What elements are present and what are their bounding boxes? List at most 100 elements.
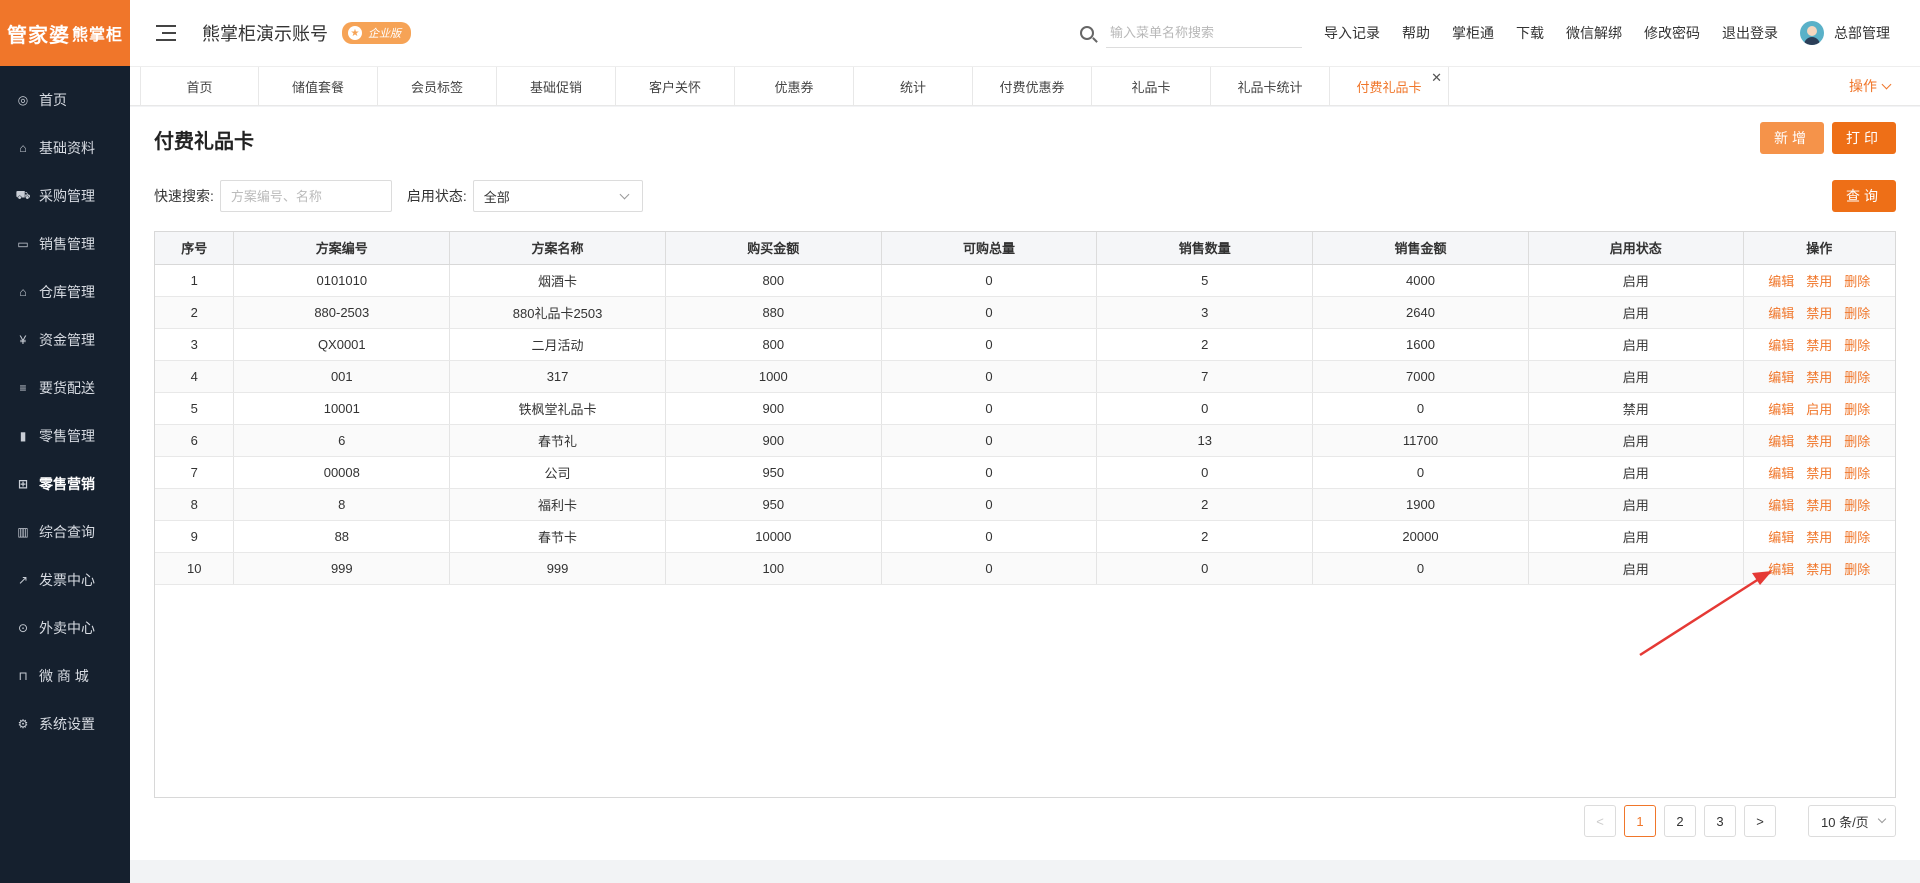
cell-status: 禁用 xyxy=(1528,392,1744,425)
cell-amount: 800 xyxy=(665,264,882,297)
cell-sales: 0 xyxy=(1312,456,1529,489)
tab-label: 优惠券 xyxy=(774,79,814,95)
sidebar-item-12[interactable]: ⊓ 微 商 城 xyxy=(0,652,130,700)
tab-10[interactable]: 付费礼品卡 ✕ xyxy=(1330,67,1449,105)
toggle-link[interactable]: 禁用 xyxy=(1806,562,1832,577)
delete-link[interactable]: 删除 xyxy=(1844,562,1870,577)
next-page-button[interactable]: > xyxy=(1744,805,1776,837)
add-button[interactable]: 新增 xyxy=(1760,122,1824,154)
edition-badge: ★ 企业版 xyxy=(342,22,411,44)
edit-link[interactable]: 编辑 xyxy=(1768,306,1794,321)
edit-link[interactable]: 编辑 xyxy=(1768,562,1794,577)
delete-link[interactable]: 删除 xyxy=(1844,530,1870,545)
chevron-down-icon xyxy=(619,189,630,200)
toggle-link[interactable]: 禁用 xyxy=(1806,530,1832,545)
prev-page-button[interactable]: < xyxy=(1584,805,1616,837)
page-button-2[interactable]: 2 xyxy=(1664,805,1696,837)
sidebar-item-2[interactable]: ⛟ 采购管理 xyxy=(0,172,130,220)
tab-0[interactable]: 首页 xyxy=(140,67,259,105)
tab-1[interactable]: 储值套餐 xyxy=(259,67,378,105)
sidebar-item-3[interactable]: ▭ 销售管理 xyxy=(0,220,130,268)
sidebar: 管家婆 熊掌柜 ◎ 首页 ⌂ 基础资料 ⛟ 采购管理 ▭ 销售管理 ⌂ 仓库管理 ¥ 资金管理 ≡ 要货配… xyxy=(0,0,130,883)
delete-link[interactable]: 删除 xyxy=(1844,306,1870,321)
delete-link[interactable]: 删除 xyxy=(1844,434,1870,449)
sidebar-item-9[interactable]: ▥ 综合查询 xyxy=(0,508,130,556)
tab-5[interactable]: 优惠券 xyxy=(735,67,854,105)
sidebar-item-label: 销售管理 xyxy=(39,236,95,252)
toggle-link[interactable]: 禁用 xyxy=(1806,498,1832,513)
edit-link[interactable]: 编辑 xyxy=(1768,338,1794,353)
cell-sales: 11700 xyxy=(1312,424,1529,457)
delete-link[interactable]: 删除 xyxy=(1844,498,1870,513)
cell-sales: 7000 xyxy=(1312,360,1529,393)
tab-label: 基础促销 xyxy=(529,79,582,95)
edit-link[interactable]: 编辑 xyxy=(1768,402,1794,417)
sidebar-item-11[interactable]: ⊙ 外卖中心 xyxy=(0,604,130,652)
edit-link[interactable]: 编辑 xyxy=(1768,274,1794,289)
query-button[interactable]: 查询 xyxy=(1832,180,1896,212)
page-size-select[interactable]: 10 条/页 xyxy=(1808,805,1896,837)
delete-link[interactable]: 删除 xyxy=(1844,402,1870,417)
top-link-0[interactable]: 导入记录 xyxy=(1324,23,1380,43)
sidebar-item-10[interactable]: ↗ 发票中心 xyxy=(0,556,130,604)
delete-link[interactable]: 删除 xyxy=(1844,274,1870,289)
sidebar-item-0[interactable]: ◎ 首页 xyxy=(0,76,130,124)
edit-link[interactable]: 编辑 xyxy=(1768,498,1794,513)
top-link-6[interactable]: 退出登录 xyxy=(1722,23,1778,43)
list-icon: ≡ xyxy=(19,381,27,395)
toggle-link[interactable]: 启用 xyxy=(1806,402,1832,417)
tab-label: 付费优惠券 xyxy=(999,79,1065,95)
toggle-link[interactable]: 禁用 xyxy=(1806,274,1832,289)
delete-link[interactable]: 删除 xyxy=(1844,466,1870,481)
tab-2[interactable]: 会员标签 xyxy=(378,67,497,105)
print-button[interactable]: 打印 xyxy=(1832,122,1896,154)
sidebar-item-6[interactable]: ≡ 要货配送 xyxy=(0,364,130,412)
page-button-1[interactable]: 1 xyxy=(1624,805,1656,837)
edit-link[interactable]: 编辑 xyxy=(1768,434,1794,449)
toggle-link[interactable]: 禁用 xyxy=(1806,370,1832,385)
sidebar-item-4[interactable]: ⌂ 仓库管理 xyxy=(0,268,130,316)
sidebar-item-1[interactable]: ⌂ 基础资料 xyxy=(0,124,130,172)
toggle-link[interactable]: 禁用 xyxy=(1806,466,1832,481)
cell-total: 0 xyxy=(881,488,1098,521)
cell-status: 启用 xyxy=(1528,328,1744,361)
edit-link[interactable]: 编辑 xyxy=(1768,530,1794,545)
toggle-link[interactable]: 禁用 xyxy=(1806,338,1832,353)
close-icon[interactable]: ✕ xyxy=(1431,71,1442,84)
delete-link[interactable]: 删除 xyxy=(1844,370,1870,385)
sidebar-item-7[interactable]: ▮ 零售管理 xyxy=(0,412,130,460)
table-row: 5 10001 铁枫堂礼品卡 900 0 0 0 禁用 编辑 启用 删除 xyxy=(155,392,1895,425)
tab-3[interactable]: 基础促销 xyxy=(497,67,616,105)
tab-9[interactable]: 礼品卡统计 xyxy=(1211,67,1330,105)
cell-qty: 2 xyxy=(1096,488,1314,521)
column-header: 销售数量 xyxy=(1096,232,1314,265)
top-link-5[interactable]: 修改密码 xyxy=(1644,23,1700,43)
tab-4[interactable]: 客户关怀 xyxy=(616,67,735,105)
toggle-link[interactable]: 禁用 xyxy=(1806,434,1832,449)
top-link-1[interactable]: 帮助 xyxy=(1402,23,1430,43)
page-title: 付费礼品卡 xyxy=(154,131,254,153)
quick-search-input[interactable] xyxy=(219,180,392,212)
toggle-link[interactable]: 禁用 xyxy=(1806,306,1832,321)
top-link-3[interactable]: 下载 xyxy=(1516,23,1544,43)
sidebar-item-5[interactable]: ¥ 资金管理 xyxy=(0,316,130,364)
menu-search-input[interactable] xyxy=(1106,18,1302,48)
tab-8[interactable]: 礼品卡 xyxy=(1092,67,1211,105)
cell-amount: 950 xyxy=(665,456,882,489)
sidebar-item-label: 基础资料 xyxy=(39,140,95,156)
edit-link[interactable]: 编辑 xyxy=(1768,466,1794,481)
delete-link[interactable]: 删除 xyxy=(1844,338,1870,353)
sidebar-item-8[interactable]: ⊞ 零售营销 xyxy=(0,460,130,508)
menu-toggle-icon[interactable] xyxy=(156,25,176,41)
tab-6[interactable]: 统计 xyxy=(854,67,973,105)
user-menu[interactable]: 总部管理 xyxy=(1800,21,1890,45)
table-body: 1 0101010 烟酒卡 800 0 5 4000 启用 编辑 禁用 删除 2 880-2503 880… xyxy=(155,264,1895,585)
tab-7[interactable]: 付费优惠券 xyxy=(973,67,1092,105)
tab-ops-dropdown[interactable]: 操作 xyxy=(1849,67,1892,105)
page-button-3[interactable]: 3 xyxy=(1704,805,1736,837)
status-select[interactable]: 全部 xyxy=(472,180,643,212)
sidebar-item-13[interactable]: ⚙ 系统设置 xyxy=(0,700,130,748)
top-link-4[interactable]: 微信解绑 xyxy=(1566,23,1622,43)
edit-link[interactable]: 编辑 xyxy=(1768,370,1794,385)
top-link-2[interactable]: 掌柜通 xyxy=(1452,23,1494,43)
